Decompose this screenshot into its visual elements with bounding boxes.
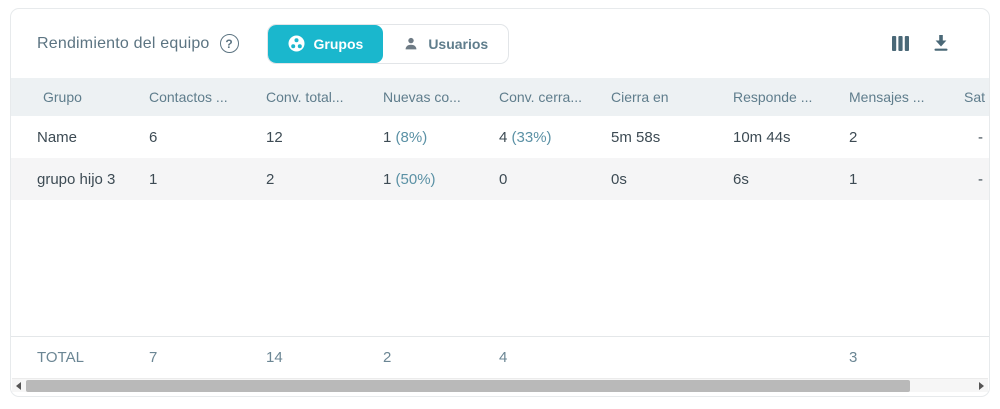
column-header-cell[interactable]: Nuevas co... — [383, 89, 499, 105]
card-header: Rendimiento del equipo ? Grupos Usuarios — [11, 9, 989, 78]
groups-icon — [288, 35, 305, 52]
download-icon[interactable] — [933, 35, 949, 52]
total-cell: 14 — [266, 349, 283, 366]
table-row[interactable]: grupo hijo 3 1 2 1 (50%) 0 0s 6s 1 - — [11, 158, 989, 200]
table-cell: 5m 58s — [611, 128, 661, 146]
table-cell: 1 (8%) — [383, 128, 428, 146]
table-viewport: Grupo Contactos ... Conv. total... Nuevas c… — [11, 78, 989, 378]
view-toggle: Grupos Usuarios — [266, 23, 510, 64]
scroll-right-arrow-icon[interactable] — [975, 379, 988, 393]
percentage-value: (33%) — [511, 128, 552, 146]
dashboard-widget-area: Rendimiento del equipo ? Grupos Usuarios… — [0, 0, 1000, 409]
table-cell: - — [978, 170, 983, 188]
table-header-row: Grupo Contactos ... Conv. total... Nuevas c… — [11, 78, 989, 116]
column-header-cell[interactable]: Grupo — [11, 89, 149, 105]
table-cell: 2 — [849, 128, 858, 146]
total-cell: 2 — [383, 349, 392, 366]
tab-grupos-label: Grupos — [313, 35, 364, 52]
column-header-cell[interactable]: Conv. cerra... — [499, 89, 611, 105]
horizontal-scrollbar[interactable] — [12, 378, 988, 392]
table-cell: 6 — [149, 128, 158, 146]
table-empty-space — [11, 200, 989, 336]
table-cell: 0s — [611, 170, 627, 188]
table-cell: 1 — [849, 170, 858, 188]
table-body: Name 6 12 1 (8%) 4 (33%) 5m 58s 10m 44s 2- grupo… — [11, 116, 989, 200]
user-icon — [403, 36, 419, 52]
team-performance-card: Rendimiento del equipo ? Grupos Usuarios… — [10, 8, 990, 397]
table-cell: 2 — [266, 170, 275, 188]
column-header-cell[interactable]: Responde ... — [733, 89, 849, 105]
help-icon[interactable]: ? — [219, 34, 239, 53]
table-cell: 1 — [149, 170, 158, 188]
table-total-row: TOTAL 7 14 2 4 3 — [11, 336, 989, 378]
total-cell: 3 — [849, 349, 858, 366]
tab-usuarios-label: Usuarios — [428, 35, 489, 52]
scroll-left-arrow-icon[interactable] — [12, 379, 25, 393]
column-header-cell[interactable]: Conv. total... — [266, 89, 383, 105]
column-header-cell[interactable]: Mensajes ... — [849, 89, 964, 105]
table-cell: 10m 44s — [733, 128, 791, 146]
column-header-cell[interactable]: Sat — [964, 89, 989, 105]
table-cell: - — [978, 128, 983, 146]
table-cell: 12 — [266, 128, 283, 146]
column-header-cell[interactable]: Cierra en — [611, 89, 733, 105]
table-cell: 0 — [499, 170, 508, 188]
percentage-value: (50%) — [395, 170, 436, 188]
table-cell: 6s — [733, 170, 749, 188]
total-cell: 4 — [499, 349, 508, 366]
column-header-cell[interactable]: Contactos ... — [149, 89, 266, 105]
scrollbar-thumb[interactable] — [26, 380, 910, 392]
total-cell: TOTAL — [37, 349, 84, 366]
percentage-value: (8%) — [395, 128, 428, 146]
total-cell: 7 — [149, 349, 158, 366]
table-row[interactable]: Name 6 12 1 (8%) 4 (33%) 5m 58s 10m 44s 2 - — [11, 116, 989, 158]
columns-icon[interactable] — [892, 36, 909, 51]
table-cell: 1 (50%) — [383, 170, 436, 188]
tab-usuarios[interactable]: Usuarios — [383, 25, 508, 63]
table-cell: grupo hijo 3 — [37, 170, 116, 188]
table-cell: 4 (33%) — [499, 128, 552, 146]
page-title: Rendimiento del equipo — [37, 34, 210, 52]
table-cell: Name — [37, 128, 78, 146]
tab-grupos[interactable]: Grupos — [267, 24, 384, 63]
